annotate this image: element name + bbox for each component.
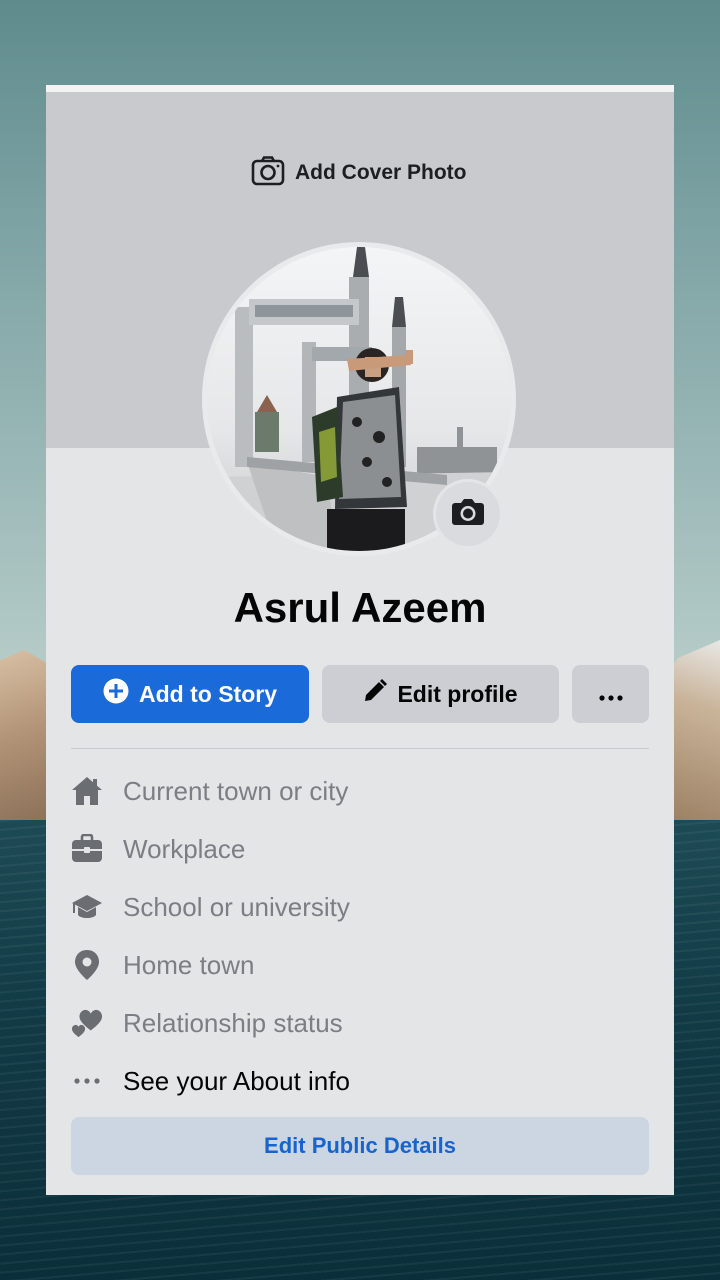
detail-workplace[interactable]: Workplace [71,820,649,878]
hearts-icon [71,1007,103,1039]
detail-label: Current town or city [123,775,349,806]
briefcase-icon [71,833,103,865]
more-options-button[interactable] [572,665,649,723]
camera-icon [251,155,285,191]
detail-label: Workplace [123,833,246,864]
edit-public-details-button[interactable]: Edit Public Details [71,1117,649,1175]
pencil-icon [363,679,388,709]
divider [71,748,649,749]
edit-profile-label: Edit profile [397,680,518,707]
more-dots-icon [598,681,623,708]
plus-circle-icon [103,678,129,710]
add-cover-photo-button[interactable]: Add Cover Photo [251,155,467,191]
edit-profile-button[interactable]: Edit profile [322,665,559,723]
add-to-story-label: Add to Story [139,680,277,707]
detail-label: School or university [123,891,350,922]
location-pin-icon [71,949,103,981]
see-about-info[interactable]: See your About info [71,1052,649,1110]
detail-label: Relationship status [123,1007,343,1038]
detail-school[interactable]: School or university [71,878,649,936]
more-dots-icon [71,1065,103,1097]
profile-card: Add Cover Photo Asrul Azeem Add to Story… [46,85,674,1195]
edit-public-details-label: Edit Public Details [264,1133,456,1158]
camera-icon [451,497,485,532]
detail-label: See your About info [123,1065,350,1096]
add-to-story-button[interactable]: Add to Story [71,665,309,723]
detail-relationship[interactable]: Relationship status [71,994,649,1052]
graduation-cap-icon [71,891,103,923]
profile-name: Asrul Azeem [233,584,487,631]
detail-current-town[interactable]: Current town or city [71,762,649,820]
change-profile-photo-button[interactable] [436,482,500,546]
detail-label: Home town [123,949,255,980]
add-cover-photo-label: Add Cover Photo [295,161,467,184]
profile-details-list: Current town or city Workplace School or… [71,762,649,1110]
house-icon [71,775,103,807]
detail-home-town[interactable]: Home town [71,936,649,994]
